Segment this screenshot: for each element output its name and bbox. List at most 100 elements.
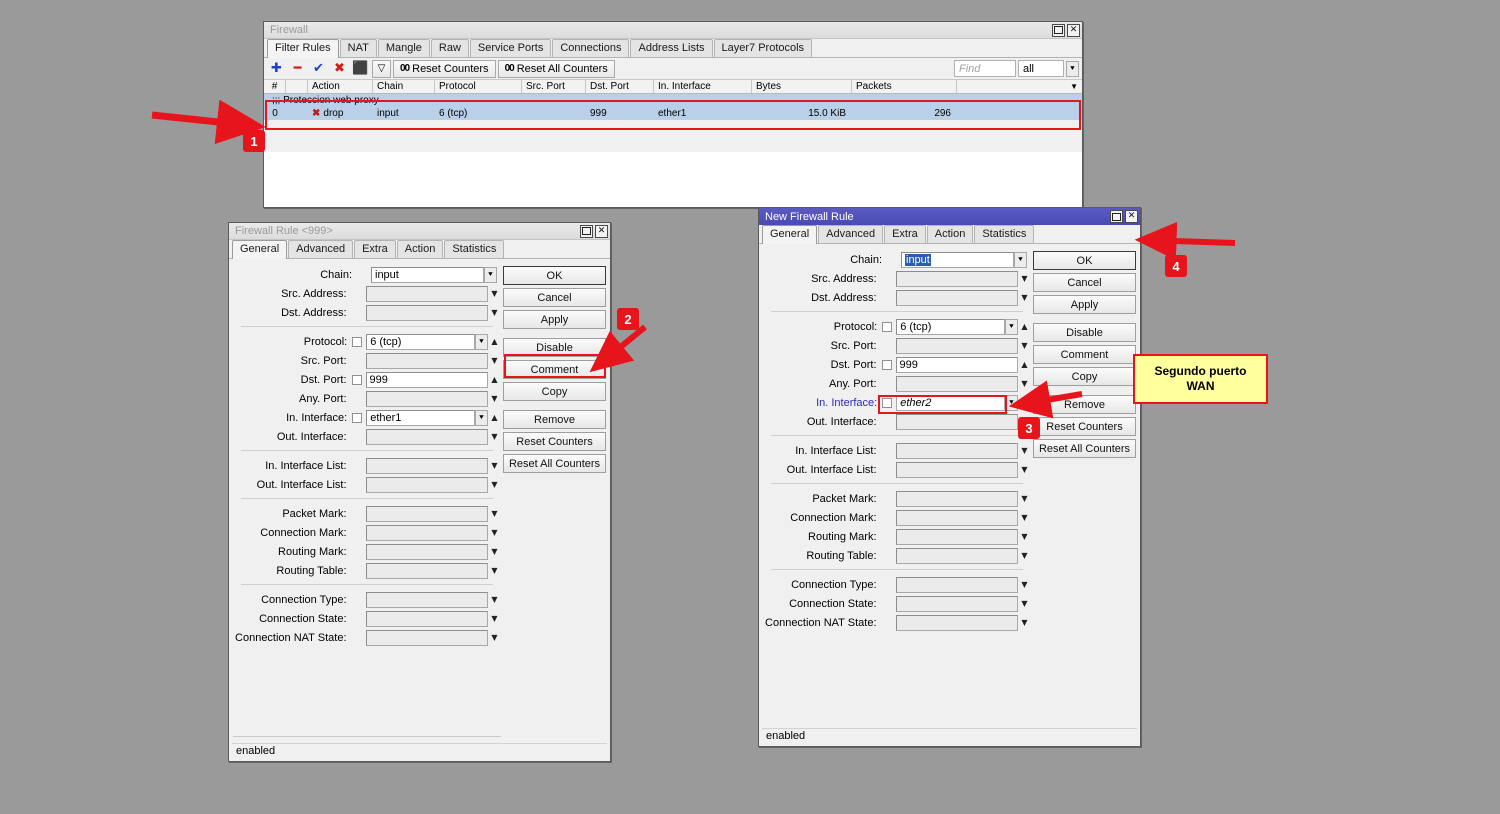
new-src-port-chevron-down-icon[interactable]: ▼: [1018, 338, 1031, 354]
rule-protocol-checkbox[interactable]: [352, 336, 363, 347]
new-connection-nat-state-input[interactable]: [895, 614, 1018, 631]
rule-dst-port-input[interactable]: 999: [365, 371, 488, 388]
new-in-interface-list-chevron-down-icon[interactable]: ▼: [1018, 443, 1031, 459]
new-chain-spinner-icon[interactable]: ⯆: [1014, 251, 1027, 268]
rule-routing-table-chevron-down-icon[interactable]: ▼: [488, 563, 501, 579]
new-ok-button[interactable]: OK: [1033, 251, 1136, 270]
rule-packet-mark-chevron-down-icon[interactable]: ▼: [488, 506, 501, 522]
new-copy-button[interactable]: Copy: [1033, 367, 1136, 386]
rule-connection-state-chevron-down-icon[interactable]: ▼: [488, 611, 501, 627]
rule-connection-type-chevron-down-icon[interactable]: ▼: [488, 592, 501, 608]
tab-service-ports[interactable]: Service Ports: [469, 39, 552, 57]
rule-tab-general[interactable]: General: [232, 240, 288, 259]
rule-in-interface-list-chevron-down-icon[interactable]: ▼: [488, 458, 501, 474]
rule-in-interface-input[interactable]: ether1: [366, 409, 475, 426]
rule-src-address-input[interactable]: [365, 285, 488, 302]
new-comment-button[interactable]: Comment: [1033, 345, 1136, 364]
rule-protocol-spinner-icon[interactable]: ⯆: [475, 333, 488, 350]
new-any-port-chevron-down-icon[interactable]: ▼: [1018, 376, 1031, 392]
new-out-interface-input[interactable]: [895, 413, 1018, 430]
new-connection-state-input[interactable]: [895, 595, 1018, 612]
new-src-address-chevron-down-icon[interactable]: ▼: [1018, 271, 1031, 287]
rule-cancel-button[interactable]: Cancel: [503, 288, 606, 307]
rule-remove-button[interactable]: Remove: [503, 410, 606, 429]
rule-ok-button[interactable]: OK: [503, 266, 606, 285]
rule-out-interface-input[interactable]: [365, 428, 488, 445]
rule-src-port-input[interactable]: [365, 352, 488, 369]
rule-close-icon[interactable]: ✕: [595, 224, 608, 238]
rule-tab-statistics[interactable]: Statistics: [444, 240, 505, 258]
new-dst-address-chevron-down-icon[interactable]: ▼: [1018, 290, 1031, 306]
rule-reset-all-counters-button[interactable]: Reset All Counters: [503, 454, 606, 473]
new-tab-action[interactable]: Action: [926, 225, 974, 243]
disable-icon[interactable]: ✖: [330, 60, 349, 78]
rule-apply-button[interactable]: Apply: [503, 310, 606, 329]
tab-address-lists[interactable]: Address Lists: [630, 39, 713, 57]
rule-src-port-chevron-down-icon[interactable]: ▼: [488, 353, 501, 369]
new-rule-maximize-icon[interactable]: [1110, 210, 1123, 223]
new-in-interface-chevron-up-icon[interactable]: ▲: [1018, 395, 1031, 411]
find-input[interactable]: Find: [954, 60, 1016, 77]
remove-icon[interactable]: ━: [288, 60, 307, 78]
new-connection-type-chevron-down-icon[interactable]: ▼: [1018, 577, 1031, 593]
table-row[interactable]: 0 ✖ drop input 6 (tcp) 999 ether1 15.0 K…: [264, 107, 1082, 120]
new-out-interface-list-chevron-down-icon[interactable]: ▼: [1018, 462, 1031, 478]
rule-dst-port-chevron-up-icon[interactable]: ▲: [488, 372, 501, 388]
new-routing-table-chevron-down-icon[interactable]: ▼: [1018, 548, 1031, 564]
new-protocol-input[interactable]: 6 (tcp): [896, 318, 1005, 335]
new-apply-button[interactable]: Apply: [1033, 295, 1136, 314]
tab-nat[interactable]: NAT: [339, 39, 377, 57]
new-chain-input[interactable]: input: [901, 251, 1014, 268]
rule-protocol-input[interactable]: 6 (tcp): [366, 333, 475, 350]
new-tab-extra[interactable]: Extra: [884, 225, 926, 243]
tab-raw[interactable]: Raw: [430, 39, 469, 57]
comment-icon[interactable]: ⬛: [351, 60, 370, 78]
tab-filter-rules[interactable]: Filter Rules: [267, 39, 339, 58]
rule-chain-spinner-icon[interactable]: ⯆: [484, 266, 497, 283]
rule-tab-action[interactable]: Action: [396, 240, 444, 258]
rule-chain-input[interactable]: input: [371, 266, 484, 283]
rule-dst-port-checkbox[interactable]: [351, 374, 362, 385]
filter-icon[interactable]: ▽: [372, 59, 391, 78]
new-protocol-chevron-up-icon[interactable]: ▲: [1018, 319, 1031, 335]
new-routing-mark-input[interactable]: [895, 528, 1018, 545]
new-cancel-button[interactable]: Cancel: [1033, 273, 1136, 292]
rule-packet-mark-input[interactable]: [365, 505, 488, 522]
rule-routing-table-input[interactable]: [365, 562, 488, 579]
filter-scope-chevron-icon[interactable]: ⯆: [1066, 60, 1079, 77]
rule-in-interface-chevron-up-icon[interactable]: ▲: [488, 410, 501, 426]
new-reset-all-counters-button[interactable]: Reset All Counters: [1033, 439, 1136, 458]
rule-out-interface-list-input[interactable]: [365, 476, 488, 493]
rule-in-interface-checkbox[interactable]: [352, 412, 363, 423]
comment-row[interactable]: ;;; Proteccion web proxy: [264, 94, 1082, 107]
rule-any-port-input[interactable]: [365, 390, 488, 407]
rule-out-interface-chevron-down-icon[interactable]: ▼: [488, 429, 501, 445]
new-out-interface-list-input[interactable]: [895, 461, 1018, 478]
reset-counters-button[interactable]: 00 Reset Counters: [393, 59, 496, 78]
new-rule-close-icon[interactable]: ✕: [1125, 210, 1138, 223]
new-protocol-checkbox[interactable]: [882, 321, 893, 332]
new-connection-mark-chevron-down-icon[interactable]: ▼: [1018, 510, 1031, 526]
new-tab-advanced[interactable]: Advanced: [818, 225, 884, 243]
enable-icon[interactable]: ✔: [309, 60, 328, 78]
new-any-port-input[interactable]: [895, 375, 1018, 392]
new-connection-type-input[interactable]: [895, 576, 1018, 593]
filter-scope-select[interactable]: all: [1018, 60, 1064, 77]
reset-all-counters-button[interactable]: 00 Reset All Counters: [497, 59, 615, 78]
new-tab-statistics[interactable]: Statistics: [974, 225, 1035, 243]
new-src-port-input[interactable]: [895, 337, 1018, 354]
rule-reset-counters-button[interactable]: Reset Counters: [503, 432, 606, 451]
tab-connections[interactable]: Connections: [552, 39, 630, 57]
new-packet-mark-chevron-down-icon[interactable]: ▼: [1018, 491, 1031, 507]
rule-connection-mark-input[interactable]: [365, 524, 488, 541]
rule-dst-address-chevron-down-icon[interactable]: ▼: [488, 305, 501, 321]
new-remove-button[interactable]: Remove: [1033, 395, 1136, 414]
new-connection-nat-state-chevron-down-icon[interactable]: ▼: [1018, 615, 1031, 631]
new-reset-counters-button[interactable]: Reset Counters: [1033, 417, 1136, 436]
rule-copy-button[interactable]: Copy: [503, 382, 606, 401]
rule-routing-mark-input[interactable]: [365, 543, 488, 560]
maximize-icon[interactable]: [1052, 23, 1065, 37]
column-menu-chevron-icon[interactable]: ▼: [957, 80, 1082, 93]
new-in-interface-checkbox[interactable]: [882, 397, 893, 408]
new-connection-mark-input[interactable]: [895, 509, 1018, 526]
